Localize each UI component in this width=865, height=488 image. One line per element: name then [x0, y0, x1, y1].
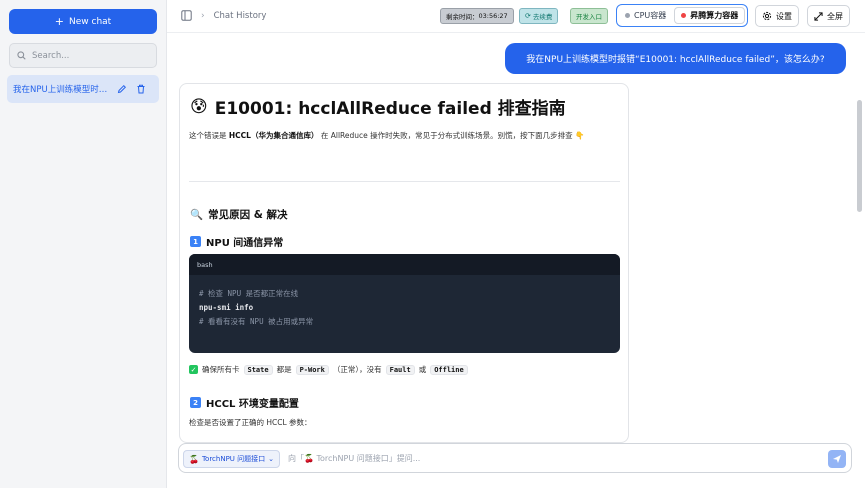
check-text: 或 — [418, 365, 427, 374]
cpu-container-label: CPU容器 — [634, 11, 667, 20]
answer-intro: 这个错误是 HCCL（华为集合通信库） 在 AllReduce 操作时失败，常见… — [189, 129, 619, 143]
edit-icon[interactable] — [115, 83, 128, 96]
check-text: 都是 — [276, 365, 292, 374]
subsection-2-text: HCCL 环境变量配置 — [206, 399, 299, 410]
check-line: ✓ 确保所有卡 State 都是 P-Work （正常），没有 Fault 或 … — [189, 364, 468, 375]
code-line: # 看看有没有 NPU 被占用或异常 — [199, 317, 314, 326]
expand-icon — [814, 11, 823, 21]
answer-title: 😰 E10001: hcclAllReduce failed 排查指南 — [190, 94, 566, 120]
top-bar: › Chat History 剩余时间： 03:56:27 ⟳ 去续费 开发入口… — [167, 0, 865, 33]
send-button[interactable] — [828, 450, 846, 468]
search-icon — [17, 51, 26, 60]
magnifier-icon: 🔍 — [190, 209, 204, 221]
breadcrumb-label: Chat History — [213, 10, 267, 21]
ascend-container-label: 昇腾算力容器 — [690, 11, 739, 20]
renew-button[interactable]: ⟳ 去续费 — [519, 8, 559, 24]
agent-selector[interactable]: 🍒 TorchNPU 问题接口 ⌄ — [183, 450, 281, 468]
check-text: 确保所有卡 — [202, 365, 240, 374]
subsection-1-text: NPU 间通信异常 — [206, 238, 284, 249]
sidebar: + New chat Search... 我在NPU上训练模型时报错“E1000… — [0, 0, 167, 488]
settings-label: 设置 — [776, 11, 792, 21]
inline-code: P-Work — [295, 364, 329, 375]
timer-value: 03:56:27 — [478, 12, 508, 20]
dev-entry-button[interactable]: 开发入口 — [570, 8, 608, 24]
intro-prefix: 这个错误是 — [189, 131, 229, 140]
inline-code: Fault — [385, 364, 415, 375]
search-input[interactable]: Search... — [9, 43, 157, 68]
chat-item-title: 我在NPU上训练模型时报错“E10001: hcclAllReduce fail… — [13, 85, 109, 95]
sidebar-toggle-icon[interactable] — [181, 10, 192, 21]
plus-icon: + — [54, 15, 65, 28]
chevron-right-icon: › — [201, 10, 205, 21]
user-message-text: 我在NPU上训练模型时报错“E10001: hcclAllReduce fail… — [526, 55, 825, 65]
assistant-message: 😰 E10001: hcclAllReduce failed 排查指南 这个错误… — [179, 83, 629, 443]
remaining-time-badge: 剩余时间： 03:56:27 — [440, 8, 514, 24]
chat-input-bar: 🍒 TorchNPU 问题接口 ⌄ 向「🍒 TorchNPU 问题接口」提问..… — [178, 443, 852, 473]
dev-entry-label: 开发入口 — [576, 13, 602, 21]
status-dot-icon — [681, 13, 687, 18]
number-2-icon: 2 — [190, 397, 201, 408]
renew-label: 去续费 — [532, 13, 553, 21]
settings-button[interactable]: 设置 — [755, 5, 799, 27]
cpu-container-button[interactable]: CPU容器 — [619, 7, 672, 24]
search-placeholder: Search... — [32, 50, 70, 61]
timer-label: 剩余时间： — [446, 13, 479, 21]
answer-title-text: E10001: hcclAllReduce failed 排查指南 — [214, 99, 566, 119]
subsection-heading-1: 1 NPU 间通信异常 — [190, 234, 283, 249]
refresh-icon: ⟳ — [525, 12, 531, 20]
trash-icon[interactable] — [134, 83, 147, 96]
breadcrumb: › Chat History — [181, 10, 266, 21]
user-message-bubble: 我在NPU上训练模型时报错“E10001: hcclAllReduce fail… — [505, 43, 846, 74]
chat-history-item[interactable]: 我在NPU上训练模型时报错“E10001: hcclAllReduce fail… — [7, 75, 159, 103]
subsection-heading-2: 2 HCCL 环境变量配置 — [190, 395, 299, 410]
cherry-icon: 🍒 — [189, 454, 199, 464]
code-line: npu-smi info — [199, 303, 254, 312]
intro-bold: HCCL（华为集合通信库） — [228, 131, 319, 140]
section-heading-text: 常见原因 & 解决 — [208, 209, 288, 221]
send-icon — [833, 455, 841, 463]
check-text: （正常），没有 — [332, 365, 382, 374]
code-line: # 检查 NPU 是否都正常在线 — [199, 289, 299, 298]
chevron-down-icon: ⌄ — [268, 455, 275, 463]
inline-code: Offline — [430, 364, 468, 375]
fullscreen-label: 全屏 — [827, 11, 843, 21]
checkmark-icon: ✓ — [189, 365, 198, 374]
ascend-container-button[interactable]: 昇腾算力容器 — [674, 7, 746, 24]
inline-code: State — [243, 364, 273, 375]
gear-icon — [762, 11, 772, 21]
scrollbar[interactable] — [857, 100, 862, 212]
code-language-label: bash — [189, 254, 620, 275]
new-chat-label: New chat — [69, 16, 112, 27]
agent-label: TorchNPU 问题接口 — [201, 455, 266, 463]
code-block: bash # 检查 NPU 是否都正常在线 npu-smi info # 看看有… — [189, 254, 620, 353]
container-switch: CPU容器 昇腾算力容器 — [616, 4, 749, 27]
intro-suffix: 在 AllReduce 操作时失败，常见于分布式训练场景。别慌，按下面几步排查 — [318, 131, 573, 140]
hccl-note: 检查是否设置了正确的 HCCL 参数： — [189, 418, 312, 427]
point-down-icon: 👇 — [575, 131, 585, 140]
code-body: # 检查 NPU 是否都正常在线 npu-smi info # 看看有没有 NP… — [189, 275, 620, 329]
worried-face-icon: 😰 — [190, 96, 208, 117]
new-chat-button[interactable]: + New chat — [9, 9, 157, 34]
status-dot-icon — [625, 13, 630, 18]
divider — [189, 181, 620, 182]
message-input[interactable]: 向「🍒 TorchNPU 问题接口」提问... — [288, 453, 420, 464]
section-heading: 🔍 常见原因 & 解决 — [190, 207, 288, 222]
number-1-icon: 1 — [190, 236, 201, 247]
fullscreen-button[interactable]: 全屏 — [807, 5, 850, 27]
